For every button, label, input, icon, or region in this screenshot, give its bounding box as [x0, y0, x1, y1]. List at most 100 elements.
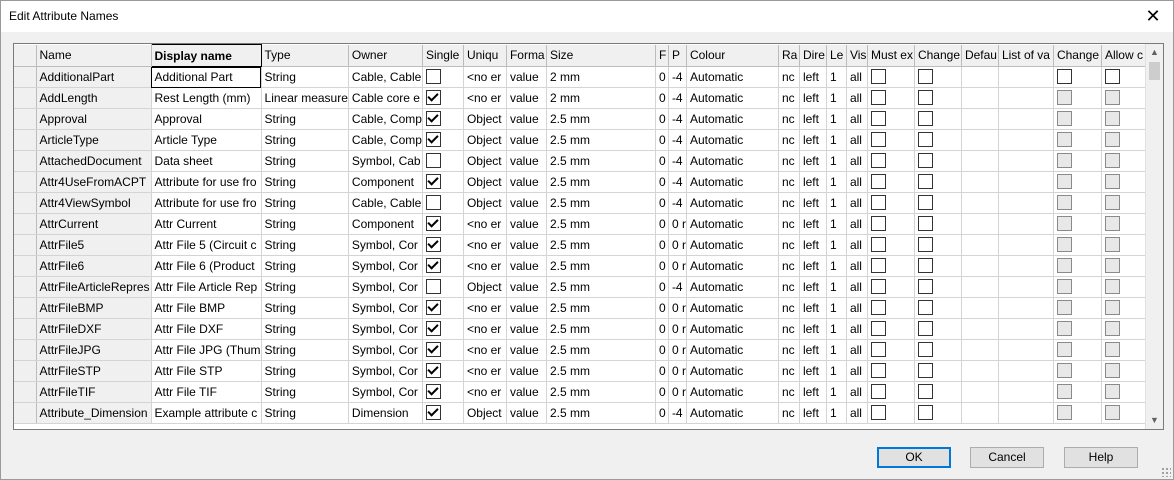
cell-format[interactable]: value [506, 234, 547, 256]
column-header[interactable]: List of va [998, 44, 1054, 67]
cell-name[interactable]: AdditionalPart [36, 66, 152, 88]
checkbox[interactable] [1056, 258, 1072, 273]
cell-f[interactable]: 0 [655, 129, 669, 151]
cell-must-exist[interactable] [867, 192, 915, 214]
single-checkbox-cell[interactable] [422, 402, 464, 424]
cell-vis[interactable]: all [846, 129, 868, 151]
cell-le[interactable]: 1 [826, 360, 847, 382]
checkbox[interactable] [917, 153, 933, 168]
checkbox[interactable] [425, 195, 441, 210]
cell-type[interactable]: String [261, 66, 349, 88]
cell-change2[interactable] [1053, 213, 1102, 235]
cell-unique[interactable]: Object [463, 150, 507, 172]
checkbox[interactable] [1104, 111, 1120, 126]
cell-change2[interactable] [1053, 360, 1102, 382]
cell-type[interactable]: String [261, 297, 349, 319]
cell-f[interactable]: 0 [655, 108, 669, 130]
column-header[interactable]: F [655, 44, 669, 67]
cell-must-exist[interactable] [867, 360, 915, 382]
cell-dir[interactable]: left [799, 318, 827, 340]
cell-p[interactable]: 0 r [668, 297, 687, 319]
cell-dir[interactable]: left [799, 360, 827, 382]
cell-vis[interactable]: all [846, 255, 868, 277]
cell-allow[interactable] [1101, 234, 1148, 256]
row-header[interactable] [14, 192, 37, 214]
cell-vis[interactable]: all [846, 276, 868, 298]
cell-format[interactable]: value [506, 87, 547, 109]
checkbox[interactable] [1056, 342, 1072, 357]
checkbox[interactable] [917, 321, 933, 336]
checkbox[interactable] [1056, 90, 1072, 105]
cell-must-exist[interactable] [867, 276, 915, 298]
cell-display[interactable]: Attr File TIF [151, 381, 262, 403]
cell-display[interactable]: Attr File 5 (Circuit c [151, 234, 262, 256]
cell-owner[interactable]: Symbol, Cor [348, 255, 423, 277]
checkbox[interactable] [870, 153, 886, 168]
cell-list-of-values[interactable] [998, 360, 1054, 382]
cell-p[interactable]: -4 [668, 108, 687, 130]
cell-unique[interactable]: Object [463, 192, 507, 214]
cell-dir[interactable]: left [799, 66, 827, 88]
checkbox[interactable] [917, 405, 933, 420]
cell-ra[interactable]: nc [778, 339, 800, 361]
row-header[interactable] [14, 339, 37, 361]
cell-change[interactable] [914, 276, 962, 298]
checkbox[interactable] [917, 174, 933, 189]
checkbox[interactable] [870, 174, 886, 189]
cell-ra[interactable]: nc [778, 360, 800, 382]
column-header[interactable]: Le [826, 44, 847, 67]
cell-type[interactable]: String [261, 213, 349, 235]
checkbox[interactable] [1104, 405, 1120, 420]
cell-display[interactable]: Attr File BMP [151, 297, 262, 319]
table-row[interactable]: AttachedDocument Data sheet String Symbol, … [14, 150, 1148, 172]
cell-owner[interactable]: Symbol, Cor [348, 318, 423, 340]
cell-change2[interactable] [1053, 297, 1102, 319]
checkbox[interactable] [870, 258, 886, 273]
cell-p[interactable]: 0 r [668, 213, 687, 235]
cell-owner[interactable]: Cable core e [348, 87, 423, 109]
single-checkbox-cell[interactable] [422, 192, 464, 214]
single-checkbox-cell[interactable] [422, 360, 464, 382]
checkbox[interactable] [1056, 174, 1072, 189]
cell-unique[interactable]: Object [463, 276, 507, 298]
cell-name[interactable]: AttrFileDXF [36, 318, 152, 340]
cell-format[interactable]: value [506, 150, 547, 172]
scroll-thumb[interactable] [1149, 62, 1160, 80]
column-header[interactable]: Ra [778, 44, 800, 67]
cell-format[interactable]: value [506, 192, 547, 214]
cell-default[interactable] [961, 318, 999, 340]
cell-change[interactable] [914, 66, 962, 88]
column-header[interactable]: Change [914, 44, 962, 67]
cell-size[interactable]: 2.5 mm [546, 213, 656, 235]
cell-p[interactable]: -4 [668, 129, 687, 151]
checkbox[interactable] [425, 279, 441, 294]
checkbox[interactable] [1056, 111, 1072, 126]
cell-type[interactable]: String [261, 255, 349, 277]
cell-display[interactable]: Article Type [151, 129, 262, 151]
cell-name[interactable]: AttrFileArticleRepres [36, 276, 152, 298]
cell-allow[interactable] [1101, 129, 1148, 151]
cell-colour[interactable]: Automatic [686, 66, 779, 88]
cell-list-of-values[interactable] [998, 402, 1054, 424]
cell-le[interactable]: 1 [826, 87, 847, 109]
checkbox[interactable] [1104, 216, 1120, 231]
cell-size[interactable]: 2 mm [546, 66, 656, 88]
cell-le[interactable]: 1 [826, 108, 847, 130]
cell-allow[interactable] [1101, 360, 1148, 382]
cell-name[interactable]: AttrFileBMP [36, 297, 152, 319]
cell-name[interactable]: Approval [36, 108, 152, 130]
row-header[interactable] [14, 402, 37, 424]
column-header[interactable]: Display name [150, 44, 262, 67]
cell-change2[interactable] [1053, 171, 1102, 193]
cell-dir[interactable]: left [799, 129, 827, 151]
cell-le[interactable]: 1 [826, 318, 847, 340]
cell-name[interactable]: AttachedDocument [36, 150, 152, 172]
cell-f[interactable]: 0 [655, 150, 669, 172]
column-header[interactable]: P [668, 44, 687, 67]
checkbox[interactable] [1104, 258, 1120, 273]
cell-name[interactable]: Attribute_Dimension [36, 402, 152, 424]
cell-must-exist[interactable] [867, 129, 915, 151]
checkbox[interactable] [1056, 384, 1072, 399]
cell-list-of-values[interactable] [998, 255, 1054, 277]
checkbox[interactable] [425, 363, 441, 378]
